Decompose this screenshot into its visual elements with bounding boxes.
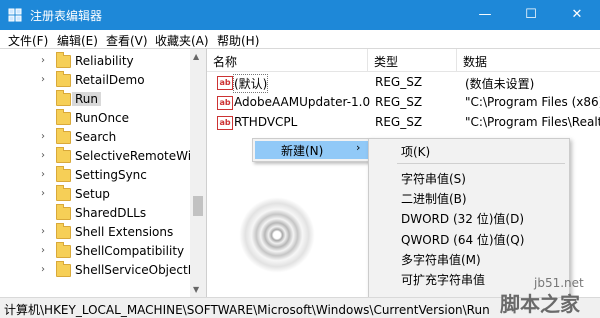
tree-item-setup[interactable]: › Setup — [0, 185, 190, 204]
tree-item-shareddlls[interactable]: SharedDLLs — [0, 204, 190, 223]
menu-separator — [397, 163, 565, 164]
watermark-brand: 脚本之家 — [500, 292, 580, 316]
chevron-right-icon[interactable]: › — [41, 264, 45, 275]
chevron-right-icon[interactable]: › — [41, 55, 45, 66]
folder-icon — [56, 204, 71, 220]
folder-icon — [56, 90, 71, 106]
scroll-down-icon[interactable]: ▼ — [193, 285, 199, 294]
minimize-button[interactable]: — — [462, 0, 508, 30]
context-menu-new-label: 新建(N) — [281, 144, 324, 158]
submenu-item-string-value[interactable]: 字符串值(S) — [401, 170, 466, 187]
column-header-name[interactable]: 名称 — [207, 49, 368, 72]
tree-item-selectiveremotewipe[interactable]: › SelectiveRemoteWipe — [0, 147, 206, 166]
chevron-right-icon[interactable]: › — [41, 226, 45, 237]
folder-icon — [56, 223, 71, 239]
submenu-item-dword-value[interactable]: DWORD (32 位)值(D) — [401, 210, 524, 227]
column-header-type[interactable]: 类型 — [368, 49, 457, 72]
folder-icon — [56, 166, 71, 182]
folder-icon — [56, 71, 71, 87]
tree-item-retaildemo[interactable]: › RetailDemo — [0, 71, 190, 90]
tree-item-settingsync[interactable]: › SettingSync — [0, 166, 190, 185]
submenu-item-binary-value[interactable]: 二进制值(B) — [401, 190, 467, 207]
menu-edit[interactable]: 编辑(E) — [57, 32, 98, 49]
menu-help[interactable]: 帮助(H) — [217, 32, 259, 49]
status-path: 计算机\HKEY_LOCAL_MACHINE\SOFTWARE\Microsof… — [4, 303, 490, 317]
submenu-item-expandable-string-value[interactable]: 可扩充字符串值 — [401, 271, 485, 288]
new-submenu: 项(K) 字符串值(S) 二进制值(B) DWORD (32 位)值(D) QW… — [368, 138, 570, 298]
chevron-right-icon[interactable]: › — [41, 131, 45, 142]
scrollbar-thumb[interactable] — [193, 196, 203, 216]
tree-item-shellserviceobjectde[interactable]: › ShellServiceObjectDe — [0, 261, 204, 280]
tree-item-runonce[interactable]: RunOnce — [0, 109, 190, 128]
menu-bar: 文件(F) 编辑(E) 查看(V) 收藏夹(A) 帮助(H) — [0, 30, 600, 48]
value-row[interactable]: ab (默认) REG_SZ (数值未设置) — [207, 72, 600, 93]
tree-scrollbar[interactable]: ▲ ▼ — [190, 49, 206, 297]
submenu-item-key[interactable]: 项(K) — [401, 143, 430, 160]
menu-favorites[interactable]: 收藏夹(A) — [155, 32, 209, 49]
chevron-right-icon[interactable]: › — [41, 245, 45, 256]
tree-item-shellcompatibility[interactable]: › ShellCompatibility — [0, 242, 190, 261]
menu-view[interactable]: 查看(V) — [106, 32, 148, 49]
tree-item-shell-extensions[interactable]: › Shell Extensions — [0, 223, 190, 242]
title-bar: 注册表编辑器 — ☐ ✕ — [0, 0, 600, 30]
string-value-icon: ab — [217, 116, 233, 130]
chevron-right-icon[interactable]: › — [41, 74, 45, 85]
chevron-right-icon[interactable]: › — [41, 169, 45, 180]
menu-file[interactable]: 文件(F) — [8, 32, 48, 49]
folder-icon — [56, 52, 71, 68]
scroll-up-icon[interactable]: ▲ — [193, 52, 199, 61]
chevron-right-icon: › — [356, 141, 361, 154]
chevron-right-icon[interactable]: › — [41, 150, 45, 161]
key-tree: › Reliability › RetailDemo Run RunOnce ›… — [0, 48, 207, 297]
close-button[interactable]: ✕ — [554, 0, 600, 30]
window-title: 注册表编辑器 — [30, 9, 103, 23]
submenu-item-qword-value[interactable]: QWORD (64 位)值(Q) — [401, 231, 524, 248]
tree-item-reliability[interactable]: › Reliability — [0, 52, 190, 71]
regedit-app-icon — [8, 8, 22, 22]
tree-item-run[interactable]: Run — [0, 90, 190, 109]
folder-icon — [56, 109, 71, 125]
folder-icon — [56, 128, 71, 144]
value-row[interactable]: ab RTHDVCPL REG_SZ "C:\Program Files\Rea… — [207, 112, 600, 132]
value-row[interactable]: ab AdobeAAMUpdater-1.0 REG_SZ "C:\Progra… — [207, 92, 600, 112]
column-header-data[interactable]: 数据 — [457, 49, 600, 72]
maximize-button[interactable]: ☐ — [508, 0, 554, 30]
submenu-item-multi-string-value[interactable]: 多字符串值(M) — [401, 251, 481, 268]
folder-icon — [56, 261, 71, 277]
click-ripple-overlay — [234, 192, 320, 278]
string-value-icon: ab — [217, 76, 233, 90]
context-menu: 新建(N) › — [252, 138, 371, 162]
folder-icon — [56, 185, 71, 201]
string-value-icon: ab — [217, 96, 233, 110]
chevron-right-icon[interactable]: › — [41, 188, 45, 199]
folder-icon — [56, 242, 71, 258]
tree-item-search[interactable]: › Search — [0, 128, 190, 147]
folder-icon — [56, 147, 71, 163]
